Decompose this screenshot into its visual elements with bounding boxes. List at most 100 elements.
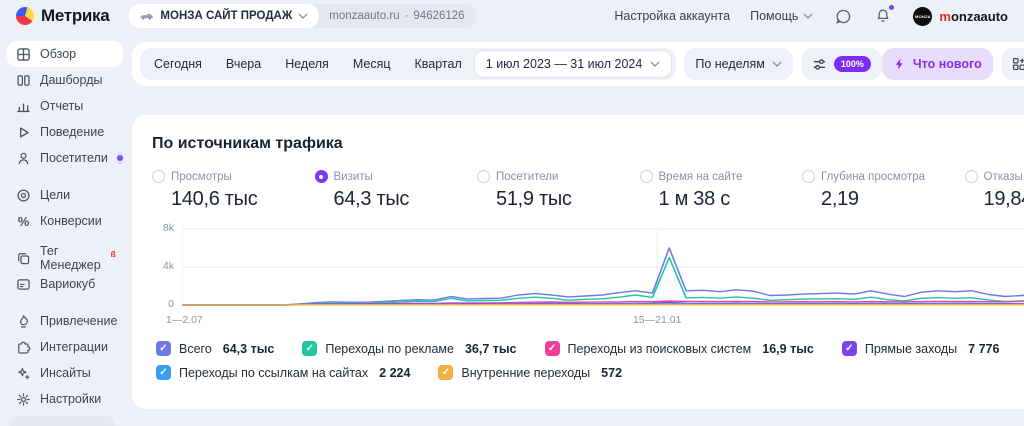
- metric-value: 19,84 %: [983, 188, 1024, 210]
- sidebar-item-behavior[interactable]: Поведение: [7, 119, 123, 145]
- radio-selected-icon: [314, 170, 328, 183]
- sidebar-bottom-stub: [9, 416, 115, 426]
- chart-legend: ✓ Всего 64,3 тыс ✓ Переходы по рекламе 3…: [156, 341, 1024, 380]
- sliders-icon: [812, 57, 827, 72]
- sidebar-item-visitors[interactable]: Посетители: [7, 145, 123, 171]
- metrica-logo[interactable]: Метрика: [16, 6, 110, 26]
- metric-label: Просмотры: [171, 170, 232, 183]
- add-widget-icon: [1012, 57, 1024, 71]
- metric-value: 1 м 38 с: [658, 188, 731, 210]
- legend-item-search[interactable]: ✓ Переходы из поисковых систем 16,9 тыс: [544, 341, 814, 356]
- whats-new-button[interactable]: Что нового: [881, 48, 993, 80]
- account-menu[interactable]: MONZA monzaauto: [913, 6, 1008, 26]
- metric-users[interactable]: Посетители 51,9 тыс: [477, 170, 640, 211]
- tag-manager-icon: [16, 251, 31, 266]
- sidebar-item-acquisition[interactable]: Привлечение: [7, 308, 123, 334]
- dashboards-icon: [16, 73, 31, 88]
- chat-icon[interactable]: [833, 6, 853, 26]
- grouping-dropdown[interactable]: По неделям: [684, 48, 793, 80]
- sidebar: Обзор Дашборды Отчеты Поведение Посетите…: [0, 32, 130, 426]
- legend-item-site-links[interactable]: ✓ Переходы по ссылкам на сайтах 2 224: [156, 365, 410, 380]
- traffic-sources-card: По источникам трафика Просмотры 140,6 ты…: [132, 115, 1024, 409]
- chart-canvas[interactable]: [182, 227, 1024, 311]
- sidebar-item-goals[interactable]: Цели: [7, 182, 123, 208]
- help-label: Помощь: [750, 9, 799, 23]
- legend-item-ads[interactable]: ✓ Переходы по рекламе 36,7 тыс: [302, 341, 517, 356]
- metric-pageviews[interactable]: Просмотры 140,6 тыс: [152, 170, 315, 211]
- period-today-button[interactable]: Сегодня: [142, 57, 214, 71]
- sidebar-item-label: Вариокуб: [40, 277, 96, 291]
- legend-label: Прямые заходы: [864, 341, 958, 356]
- sidebar-item-label: Инсайты: [40, 366, 91, 380]
- metric-visits[interactable]: Визиты 64,3 тыс: [314, 170, 478, 211]
- radio-icon: [152, 170, 165, 183]
- sidebar-item-label: Посетители: [40, 151, 108, 165]
- sidebar-item-insights[interactable]: Инсайты: [7, 360, 123, 386]
- legend-value: 16,9 тыс: [762, 341, 814, 356]
- puzzle-icon: [16, 340, 31, 355]
- whats-new-label: Что нового: [912, 57, 982, 71]
- sidebar-item-reports[interactable]: Отчеты: [7, 93, 123, 119]
- sidebar-item-overview[interactable]: Обзор: [7, 41, 123, 67]
- help-menu[interactable]: Помощь: [750, 9, 813, 23]
- target-icon: [16, 188, 31, 203]
- site-meta[interactable]: monzaauto.ru · 94626126: [318, 4, 475, 28]
- sidebar-item-integrations[interactable]: Интеграции: [7, 334, 123, 360]
- date-range-value: 1 июл 2023 — 31 июл 2024: [485, 57, 643, 71]
- legend-label: Внутренние переходы: [461, 365, 591, 380]
- sampling-badge: 100%: [833, 56, 871, 72]
- checkbox-icon: ✓: [544, 341, 560, 356]
- checkbox-icon: ✓: [156, 341, 171, 356]
- legend-item-total[interactable]: ✓ Всего 64,3 тыс: [156, 341, 274, 356]
- site-selector-button[interactable]: МОНЗА САЙТ ПРОДАЖ: [129, 4, 319, 28]
- sidebar-item-settings[interactable]: Настройки: [7, 386, 123, 412]
- legend-item-direct[interactable]: ✓ Прямые заходы 7 776: [841, 341, 999, 356]
- date-range-picker[interactable]: 1 июл 2023 — 31 июл 2024: [473, 50, 673, 78]
- line-chart[interactable]: 8k 4k 0 1—2.07 15—21.01 29—31.07: [163, 222, 1024, 329]
- add-widget-button[interactable]: Добавить: [1000, 48, 1024, 80]
- period-month-button[interactable]: Месяц: [341, 57, 403, 71]
- sidebar-item-label: Настройки: [40, 392, 102, 406]
- chevron-down-icon: [298, 13, 308, 19]
- sidebar-item-tag-manager[interactable]: Тег Менеджер ß: [7, 244, 123, 272]
- metric-label: Глубина просмотра: [821, 170, 925, 183]
- sidebar-item-label: Обзор: [40, 47, 77, 61]
- metric-depth[interactable]: Глубина просмотра 2,19: [802, 170, 965, 211]
- radio-icon: [639, 170, 653, 183]
- metric-bounce-rate[interactable]: Отказы 19,84 %: [964, 170, 1024, 211]
- bar-chart-icon: [16, 99, 31, 114]
- sidebar-item-dashboards[interactable]: Дашборды: [7, 67, 123, 93]
- notifications-bell-icon[interactable]: [873, 5, 895, 26]
- counter-id: 94626126: [413, 10, 465, 22]
- metric-label: Визиты: [333, 170, 373, 183]
- sidebar-item-label: Поведение: [40, 125, 105, 139]
- sampling-button[interactable]: 100%: [800, 48, 882, 80]
- legend-item-internal[interactable]: ✓ Внутренние переходы 572: [438, 365, 622, 380]
- sidebar-item-conversions[interactable]: % Конверсии: [7, 208, 123, 234]
- period-yesterday-button[interactable]: Вчера: [214, 57, 273, 71]
- beta-badge: ß: [110, 249, 116, 259]
- y-axis-tick: 8k: [162, 222, 174, 234]
- site-name: МОНЗА САЙТ ПРОДАЖ: [160, 10, 293, 22]
- chevron-down-icon: [650, 61, 660, 67]
- legend-label: Переходы из поисковых систем: [567, 341, 752, 356]
- period-selector: Сегодня Вчера Неделя Месяц Квартал 1 июл…: [140, 48, 677, 80]
- checkbox-icon: ✓: [438, 365, 454, 380]
- play-icon: [16, 125, 31, 140]
- period-week-button[interactable]: Неделя: [273, 57, 341, 71]
- sidebar-item-variocube[interactable]: Вариокуб: [7, 271, 123, 297]
- toolbar: Сегодня Вчера Неделя Месяц Квартал 1 июл…: [132, 42, 1024, 86]
- radio-icon: [964, 170, 978, 183]
- metric-time-on-site[interactable]: Время на сайте 1 м 38 с: [639, 170, 803, 211]
- account-settings-link[interactable]: Настройка аккаунта: [614, 9, 730, 23]
- gear-icon: [16, 392, 31, 407]
- legend-value: 36,7 тыс: [464, 341, 517, 356]
- sidebar-item-label: Тег Менеджер: [40, 244, 101, 272]
- x-axis-tick: 1—2.07: [166, 314, 203, 326]
- period-quarter-button[interactable]: Квартал: [403, 57, 474, 71]
- x-axis: 1—2.07 15—21.01 29—31.07: [166, 314, 1024, 329]
- sidebar-item-label: Привлечение: [40, 314, 118, 328]
- x-axis-tick: 15—21.01: [632, 314, 682, 326]
- main-content: Сегодня Вчера Неделя Месяц Квартал 1 июл…: [130, 32, 1024, 426]
